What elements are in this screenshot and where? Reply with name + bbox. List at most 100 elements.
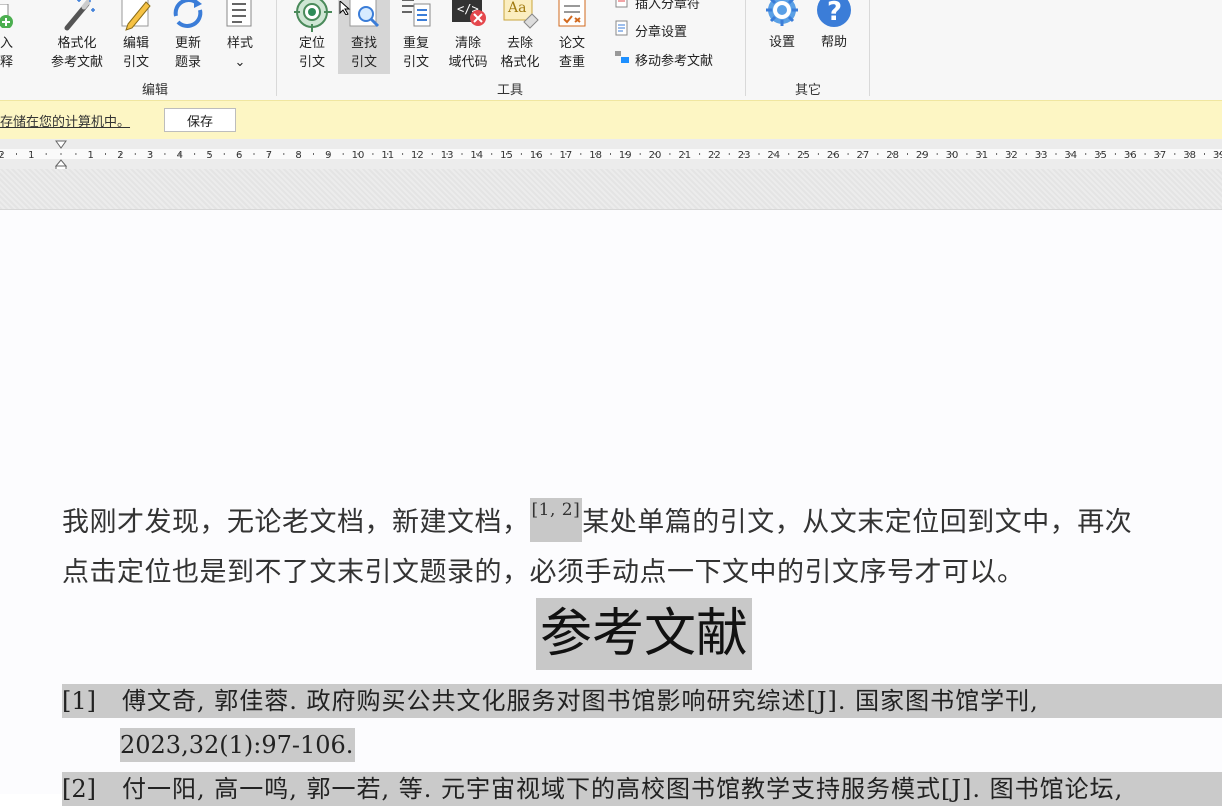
ruler-label: 2 — [117, 150, 123, 161]
body-paragraph-line-1[interactable]: 我刚才发现，无论老文档，新建文档， [1, 2]某处单篇的引文，从文末定位回到文中… — [62, 498, 1133, 542]
paragraph-text: 某处单篇的引文，从文末定位回到文中，再次 — [582, 507, 1133, 538]
style-dropdown-button[interactable]: 样式 ⌄ — [218, 0, 262, 78]
ruler-label: 29 — [916, 150, 929, 161]
group-separator — [745, 0, 746, 96]
help-label: 帮助 — [820, 35, 847, 50]
locate-citation-button[interactable]: 定位 引文 — [290, 0, 334, 78]
plagiarism-check-label: 论文 查重 — [558, 36, 585, 70]
other-group-label: 其它 — [794, 83, 821, 98]
move-references-label: 移动参考文献 — [635, 53, 714, 69]
ruler-label: 22 — [708, 150, 721, 161]
ruler-label: 39 — [1213, 150, 1222, 161]
ruler-label: 1 — [28, 150, 34, 161]
reference-number: [2] — [62, 775, 96, 803]
ruler-label: 1 — [88, 150, 94, 161]
citation-marker[interactable]: [1, 2] — [529, 498, 583, 542]
ruler-label: 28 — [886, 150, 899, 161]
svg-text:?: ? — [827, 0, 842, 27]
notification-bar: 存储在您的计算机中。 保存 — [0, 100, 1222, 140]
move-references-button[interactable]: 移动参考文献 — [614, 49, 713, 69]
edit-group-label: 编辑 — [141, 83, 168, 98]
ruler-label: 20 — [649, 150, 662, 161]
style-label: 样式 ⌄ — [226, 36, 253, 70]
ruler-label: 19 — [619, 150, 632, 161]
edit-citation-label: 编辑 引文 — [122, 36, 149, 70]
ruler-label: 30 — [946, 150, 959, 161]
checklist-icon — [556, 0, 588, 38]
ruler-label: 15 — [500, 150, 513, 161]
settings-button[interactable]: 设置 — [760, 0, 804, 78]
insert-note-button[interactable]: 入 释 — [0, 0, 16, 78]
move-ref-icon — [614, 49, 630, 69]
plagiarism-check-button[interactable]: 论文 查重 — [552, 0, 592, 78]
reference-number: [1] — [62, 687, 96, 715]
refresh-icon — [168, 0, 208, 38]
add-note-icon — [0, 3, 16, 34]
horizontal-ruler[interactable]: 2 1 1 2 3 4 5 6 7 8 9 10 11 12 13 14 15 16 17 18 19 20 21 22 23 2… — [0, 139, 1222, 171]
remove-format-icon: Aa — [500, 0, 540, 38]
body-paragraph-line-2[interactable]: 点击定位也是到不了文末引文题录的，必须手动点一下文中的引文序号才可以。 — [62, 550, 1025, 589]
duplicate-citation-label: 重复 引文 — [402, 36, 429, 70]
paragraph-text: 我刚才发现，无论老文档，新建文档， — [62, 507, 530, 538]
reference-entry[interactable]: [2] 付一阳, 高一鸣, 郭一若, 等. 元宇宙视域下的高校图书馆教学支持服务… — [62, 772, 1222, 806]
duplicate-citation-button[interactable]: 重复 引文 — [394, 0, 438, 78]
ruler-label: 31 — [975, 150, 988, 161]
page-gap-area — [0, 169, 1222, 210]
ruler-label: 26 — [827, 150, 840, 161]
ruler-label: 33 — [1035, 150, 1048, 161]
target-icon — [292, 0, 332, 38]
clear-field-code-button[interactable]: </> 清除 域代码 — [444, 0, 492, 78]
update-bibliography-button[interactable]: 更新 题录 — [166, 0, 210, 78]
ruler-ticks: 2 1 1 2 3 4 5 6 7 8 9 10 11 12 13 14 15 16 17 18 19 20 21 22 23 2… — [0, 150, 1222, 161]
ruler-label: 36 — [1124, 150, 1137, 161]
ruler-label: 5 — [206, 150, 212, 161]
references-heading[interactable]: 参考文献 — [536, 598, 753, 670]
ruler-label: 9 — [325, 150, 331, 161]
reference-text: 付一阳, 高一鸣, 郭一若, 等. 元宇宙视域下的高校图书馆教学支持服务模式[J… — [122, 775, 1124, 803]
notification-text[interactable]: 存储在您的计算机中。 — [0, 111, 130, 130]
reference-text: 傅文奇, 郭佳蓉. 政府购买公共文化服务对图书馆影响研究综述[J]. 国家图书馆… — [122, 687, 1039, 715]
ruler-label: 27 — [857, 150, 870, 161]
insert-chapter-break-label: 插入分章符 — [635, 0, 701, 12]
ruler-label: 38 — [1183, 150, 1196, 161]
ruler-label: 12 — [411, 150, 424, 161]
insert-note-label: 入 释 — [0, 36, 14, 70]
group-separator — [276, 0, 277, 96]
insert-chapter-break-button[interactable]: 插入分章符 — [614, 0, 700, 12]
insert-break-icon — [614, 0, 630, 12]
ruler-label: 3 — [147, 150, 153, 161]
chapter-settings-icon — [614, 20, 630, 40]
ruler-label: 25 — [797, 150, 810, 161]
document-page[interactable]: 我刚才发现，无论老文档，新建文档， [1, 2]某处单篇的引文，从文末定位回到文中… — [0, 210, 1222, 806]
ruler-label: 7 — [266, 150, 272, 161]
ruler-label: 2 — [0, 150, 5, 161]
ruler-label: 10 — [352, 150, 365, 161]
edit-citation-button[interactable]: 编辑 引文 — [114, 0, 158, 78]
find-citation-label: 查找 引文 — [350, 36, 377, 70]
pencil-icon — [118, 0, 154, 38]
ruler-label: 17 — [560, 150, 573, 161]
save-button[interactable]: 保存 — [164, 108, 236, 132]
ruler-label: 32 — [1005, 150, 1018, 161]
format-references-label: 格式化 参考文献 — [50, 36, 103, 70]
ruler-label: 18 — [589, 150, 602, 161]
locate-citation-label: 定位 引文 — [298, 36, 325, 70]
update-bibliography-label: 更新 题录 — [174, 36, 201, 70]
format-references-button[interactable]: 格式化 参考文献 — [46, 0, 108, 78]
clear-code-icon: </> — [448, 0, 488, 38]
help-button[interactable]: ? 帮助 — [812, 0, 856, 78]
svg-text:Aa: Aa — [507, 0, 526, 16]
group-separator — [869, 0, 870, 96]
ruler-label: 8 — [295, 150, 301, 161]
ruler-label: 37 — [1154, 150, 1167, 161]
ruler-label: 6 — [236, 150, 242, 161]
magic-wand-icon — [57, 0, 97, 38]
document-style-icon — [225, 0, 255, 38]
reference-continuation[interactable]: 2023,32(1):97-106. — [120, 728, 356, 762]
reference-entry[interactable]: [1] 傅文奇, 郭佳蓉. 政府购买公共文化服务对图书馆影响研究综述[J]. 国… — [62, 684, 1222, 718]
remove-formatting-button[interactable]: Aa 去除 格式化 — [496, 0, 544, 78]
ruler-label: 16 — [530, 150, 543, 161]
tools-group-label: 工具 — [496, 83, 523, 98]
ruler-label: 13 — [441, 150, 454, 161]
chapter-settings-button[interactable]: 分章设置 — [614, 20, 687, 40]
